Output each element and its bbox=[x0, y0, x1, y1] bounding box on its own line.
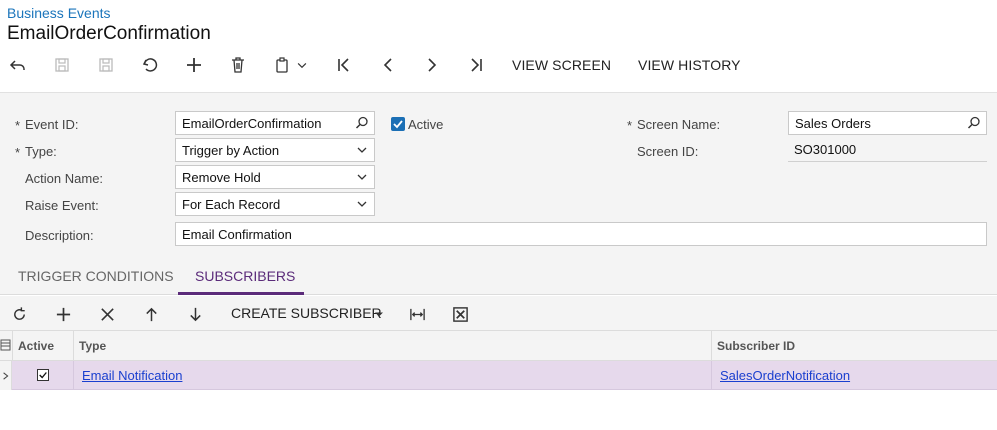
raise-event-value: For Each Record bbox=[182, 197, 281, 212]
export-excel-icon[interactable] bbox=[450, 304, 470, 324]
subscriber-id-link[interactable]: SalesOrderNotification bbox=[720, 368, 850, 383]
type-value: Trigger by Action bbox=[182, 143, 280, 158]
caret-down-icon[interactable] bbox=[372, 304, 386, 324]
type-select[interactable]: Trigger by Action bbox=[175, 138, 375, 162]
screen-id-field: SO301000 bbox=[788, 138, 987, 162]
back-icon[interactable] bbox=[7, 54, 29, 76]
required-marker: * bbox=[15, 118, 21, 133]
tab-bar: TRIGGER CONDITIONS SUBSCRIBERS bbox=[0, 257, 997, 295]
raise-event-select[interactable]: For Each Record bbox=[175, 192, 375, 216]
last-record-icon[interactable] bbox=[465, 54, 487, 76]
main-toolbar: VIEW SCREEN VIEW HISTORY bbox=[0, 50, 997, 80]
summary-form: * Event ID: EmailOrderConfirmation Activ… bbox=[0, 92, 997, 257]
action-name-select[interactable]: Remove Hold bbox=[175, 165, 375, 189]
row-indicator[interactable] bbox=[0, 361, 12, 390]
create-subscriber-button[interactable]: CREATE SUBSCRIBER bbox=[231, 305, 382, 321]
required-marker: * bbox=[627, 118, 633, 133]
active-tab-indicator bbox=[178, 292, 304, 295]
refresh-icon[interactable] bbox=[9, 304, 29, 324]
event-id-label: Event ID: bbox=[25, 117, 79, 132]
move-down-icon[interactable] bbox=[185, 304, 205, 324]
column-header-subscriber-id[interactable]: Subscriber ID bbox=[711, 331, 997, 361]
row-subscriber-id-cell: SalesOrderNotification bbox=[711, 361, 997, 390]
screen-name-label: Screen Name: bbox=[637, 117, 721, 132]
column-header-type[interactable]: Type bbox=[73, 331, 711, 361]
required-marker: * bbox=[15, 145, 21, 160]
chevron-down-icon[interactable] bbox=[355, 197, 369, 211]
fit-columns-icon[interactable] bbox=[407, 304, 427, 324]
save-close-icon[interactable] bbox=[51, 54, 73, 76]
delete-row-icon[interactable] bbox=[97, 304, 117, 324]
breadcrumb[interactable]: Business Events bbox=[7, 5, 111, 21]
type-link[interactable]: Email Notification bbox=[82, 368, 182, 383]
grid-header: Active Type Subscriber ID bbox=[0, 331, 997, 361]
next-record-icon[interactable] bbox=[421, 54, 443, 76]
action-name-label: Action Name: bbox=[25, 171, 104, 186]
tab-trigger-conditions[interactable]: TRIGGER CONDITIONS bbox=[18, 268, 174, 284]
chevron-right-icon bbox=[2, 371, 8, 380]
add-row-icon[interactable] bbox=[53, 304, 73, 324]
event-id-value: EmailOrderConfirmation bbox=[182, 116, 322, 131]
active-label: Active bbox=[408, 117, 444, 132]
first-record-icon[interactable] bbox=[333, 54, 355, 76]
previous-record-icon[interactable] bbox=[377, 54, 399, 76]
view-screen-button[interactable]: VIEW SCREEN bbox=[512, 57, 611, 73]
clipboard-icon[interactable] bbox=[271, 54, 293, 76]
move-up-icon[interactable] bbox=[141, 304, 161, 324]
description-field[interactable]: Email Confirmation bbox=[175, 222, 987, 246]
grid-toolbar: CREATE SUBSCRIBER bbox=[0, 296, 997, 331]
active-checkbox[interactable] bbox=[391, 117, 405, 131]
screen-name-value: Sales Orders bbox=[795, 116, 871, 131]
action-name-value: Remove Hold bbox=[182, 170, 261, 185]
search-icon[interactable] bbox=[355, 116, 369, 130]
delete-icon[interactable] bbox=[227, 54, 249, 76]
view-history-button[interactable]: VIEW HISTORY bbox=[638, 57, 741, 73]
page-title: EmailOrderConfirmation bbox=[7, 23, 211, 44]
row-active-checkbox[interactable] bbox=[37, 369, 49, 381]
search-icon[interactable] bbox=[967, 116, 981, 130]
undo-icon[interactable] bbox=[139, 54, 161, 76]
screen-id-label: Screen ID: bbox=[637, 144, 699, 159]
row-selector-icon[interactable] bbox=[0, 338, 12, 352]
column-header-active[interactable]: Active bbox=[12, 331, 73, 361]
raise-event-label: Raise Event: bbox=[25, 198, 99, 213]
save-icon[interactable] bbox=[95, 54, 117, 76]
event-id-field[interactable]: EmailOrderConfirmation bbox=[175, 111, 375, 135]
chevron-down-icon[interactable] bbox=[355, 143, 369, 157]
add-icon[interactable] bbox=[183, 54, 205, 76]
screen-name-field[interactable]: Sales Orders bbox=[788, 111, 987, 135]
type-label: Type: bbox=[25, 144, 57, 159]
description-value: Email Confirmation bbox=[182, 227, 292, 242]
chevron-down-icon[interactable] bbox=[295, 54, 309, 76]
description-label: Description: bbox=[25, 228, 94, 243]
row-type-cell: Email Notification bbox=[73, 361, 711, 390]
chevron-down-icon[interactable] bbox=[355, 170, 369, 184]
tab-subscribers[interactable]: SUBSCRIBERS bbox=[195, 268, 295, 284]
table-row[interactable]: Email Notification SalesOrderNotificatio… bbox=[12, 361, 997, 390]
